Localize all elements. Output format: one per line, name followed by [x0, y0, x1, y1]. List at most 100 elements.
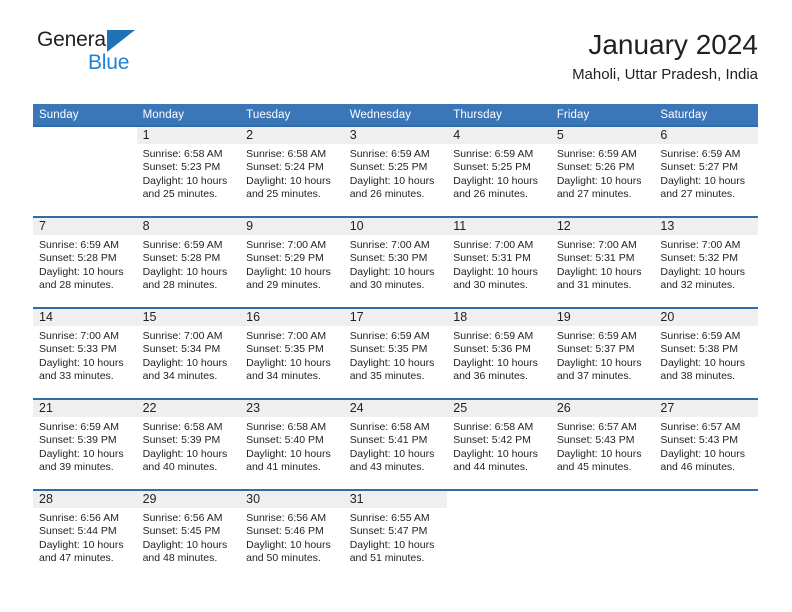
day-cell-31[interactable]: 31 Sunrise: 6:55 AM Sunset: 5:47 PM Dayligh… — [343, 489, 448, 580]
day-detail-line: Daylight: 10 hours — [660, 174, 746, 187]
day-detail-line: Sunrise: 6:56 AM — [142, 512, 223, 524]
logo-text-general: General — [37, 28, 111, 51]
day-cell-21[interactable]: 21 Sunrise: 6:59 AM Sunset: 5:39 PM Dayligh… — [33, 398, 137, 490]
day-cell-3[interactable]: 3 Sunrise: 6:59 AM Sunset: 5:25 PM Daylight… — [343, 125, 448, 217]
day-detail-line: Sunset: 5:33 PM — [39, 343, 117, 356]
day-detail-line: and 31 minutes. — [556, 279, 632, 292]
day-details: Sunrise: 6:57 AM Sunset: 5:43 PM Daylight:… — [551, 417, 655, 475]
day-cell-25[interactable]: 25 Sunrise: 6:58 AM Sunset: 5:42 PM Dayligh… — [447, 398, 551, 490]
day-cell-16[interactable]: 16 Sunrise: 7:00 AM Sunset: 5:35 PM Dayligh… — [240, 307, 344, 399]
day-details — [551, 508, 655, 512]
day-detail-line: Sunset: 5:32 PM — [660, 252, 739, 265]
day-cell-10[interactable]: 10 Sunrise: 7:00 AM Sunset: 5:30 PM Dayligh… — [343, 216, 448, 308]
day-details: Sunrise: 6:59 AM Sunset: 5:39 PM Daylight:… — [33, 417, 137, 475]
day-number: 13 — [654, 218, 758, 235]
day-cell-23[interactable]: 23 Sunrise: 6:58 AM Sunset: 5:40 PM Dayligh… — [240, 398, 344, 490]
day-details: Sunrise: 6:55 AM Sunset: 5:47 PM Daylight:… — [344, 508, 448, 566]
day-number — [550, 491, 655, 508]
day-cell-28[interactable]: 28 Sunrise: 6:56 AM Sunset: 5:44 PM Dayligh… — [33, 489, 137, 580]
generalblue-logo[interactable]: General Blue — [33, 28, 173, 80]
day-detail-line: and 28 minutes. — [142, 279, 218, 292]
day-cell-20[interactable]: 20 Sunrise: 6:59 AM Sunset: 5:38 PM Dayligh… — [654, 307, 758, 399]
day-detail-line: Daylight: 10 hours — [349, 174, 435, 187]
day-cell-4[interactable]: 4 Sunrise: 6:59 AM Sunset: 5:25 PM Daylight… — [447, 125, 551, 217]
day-cell-29[interactable]: 29 Sunrise: 6:56 AM Sunset: 5:45 PM Dayligh… — [136, 489, 241, 580]
day-cell-6[interactable]: 6 Sunrise: 6:59 AM Sunset: 5:27 PM Daylight… — [654, 125, 758, 217]
day-cell-26[interactable]: 26 Sunrise: 6:57 AM Sunset: 5:43 PM Dayligh… — [550, 398, 655, 490]
weekday-header-friday: Friday — [550, 104, 655, 126]
day-details: Sunrise: 6:59 AM Sunset: 5:36 PM Daylight:… — [447, 326, 551, 384]
logo-text-blue: Blue — [88, 51, 130, 74]
day-number: 8 — [136, 218, 241, 235]
calendar-body: 1 Sunrise: 6:58 AM Sunset: 5:23 PM Daylight… — [33, 125, 758, 580]
day-cell-24[interactable]: 24 Sunrise: 6:58 AM Sunset: 5:41 PM Dayligh… — [343, 398, 448, 490]
day-detail-line: Sunrise: 6:58 AM — [349, 421, 430, 433]
day-cell-2[interactable]: 2 Sunrise: 6:58 AM Sunset: 5:24 PM Daylight… — [240, 125, 344, 217]
day-detail-line: Sunrise: 6:58 AM — [246, 148, 327, 160]
day-details: Sunrise: 6:58 AM Sunset: 5:40 PM Daylight:… — [240, 417, 344, 475]
day-cell-30[interactable]: 30 Sunrise: 6:56 AM Sunset: 5:46 PM Dayligh… — [240, 489, 344, 580]
day-cell-15[interactable]: 15 Sunrise: 7:00 AM Sunset: 5:34 PM Dayligh… — [136, 307, 241, 399]
day-cell-1[interactable]: 1 Sunrise: 6:58 AM Sunset: 5:23 PM Daylight… — [136, 125, 241, 217]
day-detail-line: and 40 minutes. — [142, 461, 218, 474]
day-cell-7[interactable]: 7 Sunrise: 6:59 AM Sunset: 5:28 PM Daylight… — [33, 216, 137, 308]
day-detail-line: Sunset: 5:44 PM — [39, 525, 117, 538]
day-details: Sunrise: 6:59 AM Sunset: 5:38 PM Daylight:… — [654, 326, 758, 384]
day-detail-line: Sunrise: 6:57 AM — [556, 421, 637, 433]
day-detail-line: Sunrise: 7:00 AM — [246, 330, 327, 342]
day-number — [654, 491, 758, 508]
day-detail-line: Sunrise: 7:00 AM — [660, 239, 741, 251]
day-cell-14[interactable]: 14 Sunrise: 7:00 AM Sunset: 5:33 PM Dayligh… — [33, 307, 137, 399]
day-cell-8[interactable]: 8 Sunrise: 6:59 AM Sunset: 5:28 PM Daylight… — [136, 216, 241, 308]
day-cell-19[interactable]: 19 Sunrise: 6:59 AM Sunset: 5:37 PM Dayligh… — [550, 307, 655, 399]
day-cell-5[interactable]: 5 Sunrise: 6:59 AM Sunset: 5:26 PM Daylight… — [550, 125, 655, 217]
day-detail-line: Sunset: 5:47 PM — [349, 525, 428, 538]
day-detail-line: and 34 minutes. — [246, 370, 321, 383]
day-details: Sunrise: 6:56 AM Sunset: 5:45 PM Daylight:… — [137, 508, 241, 566]
day-details: Sunrise: 6:59 AM Sunset: 5:28 PM Daylight:… — [33, 235, 137, 293]
day-detail-line: and 33 minutes. — [39, 370, 114, 383]
day-details: Sunrise: 7:00 AM Sunset: 5:29 PM Daylight:… — [240, 235, 344, 293]
day-details: Sunrise: 6:59 AM Sunset: 5:35 PM Daylight:… — [344, 326, 448, 384]
day-cell-17[interactable]: 17 Sunrise: 6:59 AM Sunset: 5:35 PM Dayligh… — [343, 307, 448, 399]
day-detail-line: Sunset: 5:23 PM — [142, 161, 221, 174]
day-detail-line: Daylight: 10 hours — [246, 174, 331, 187]
calendar-page: General Blue January 2024 Maholi, Uttar … — [0, 0, 792, 612]
day-cell-11[interactable]: 11 Sunrise: 7:00 AM Sunset: 5:31 PM Dayligh… — [447, 216, 551, 308]
day-detail-line: Sunset: 5:43 PM — [660, 434, 739, 447]
day-detail-line: Daylight: 10 hours — [246, 538, 331, 551]
page-header: General Blue January 2024 Maholi, Uttar … — [33, 28, 758, 90]
day-number: 17 — [343, 309, 448, 326]
day-detail-line: Daylight: 10 hours — [453, 265, 538, 278]
day-details: Sunrise: 6:59 AM Sunset: 5:37 PM Daylight:… — [551, 326, 655, 384]
triangle-icon — [107, 30, 135, 52]
day-detail-line: Daylight: 10 hours — [660, 265, 746, 278]
day-detail-line: Daylight: 10 hours — [556, 265, 642, 278]
day-detail-line: and 28 minutes. — [39, 279, 114, 292]
day-detail-line: and 35 minutes. — [349, 370, 425, 383]
calendar-table: Sunday Monday Tuesday Wednesday Thursday Frid… — [33, 104, 758, 580]
day-details — [447, 508, 551, 512]
day-detail-line: Sunrise: 7:00 AM — [349, 239, 430, 251]
day-detail-line: and 27 minutes. — [556, 188, 632, 201]
day-number: 19 — [550, 309, 655, 326]
day-cell-18[interactable]: 18 Sunrise: 6:59 AM Sunset: 5:36 PM Dayligh… — [447, 307, 551, 399]
day-details: Sunrise: 7:00 AM Sunset: 5:31 PM Daylight:… — [551, 235, 655, 293]
day-detail-line: Sunrise: 6:59 AM — [660, 148, 741, 160]
day-detail-line: Daylight: 10 hours — [349, 447, 435, 460]
day-cell-9[interactable]: 9 Sunrise: 7:00 AM Sunset: 5:29 PM Daylight… — [240, 216, 344, 308]
day-detail-line: and 25 minutes. — [142, 188, 218, 201]
day-cell-27[interactable]: 27 Sunrise: 6:57 AM Sunset: 5:43 PM Dayligh… — [654, 398, 758, 490]
day-number: 1 — [136, 127, 241, 144]
day-detail-line: Daylight: 10 hours — [349, 265, 435, 278]
day-cell-empty — [33, 125, 137, 217]
day-number: 11 — [447, 218, 551, 235]
day-detail-line: Daylight: 10 hours — [660, 356, 746, 369]
day-number: 3 — [343, 127, 448, 144]
day-detail-line: Sunset: 5:28 PM — [142, 252, 221, 265]
day-cell-22[interactable]: 22 Sunrise: 6:58 AM Sunset: 5:39 PM Dayligh… — [136, 398, 241, 490]
day-number: 18 — [447, 309, 551, 326]
day-cell-13[interactable]: 13 Sunrise: 7:00 AM Sunset: 5:32 PM Dayligh… — [654, 216, 758, 308]
day-cell-12[interactable]: 12 Sunrise: 7:00 AM Sunset: 5:31 PM Dayligh… — [550, 216, 655, 308]
weekday-header-row: Sunday Monday Tuesday Wednesday Thursday Frid… — [33, 104, 758, 126]
